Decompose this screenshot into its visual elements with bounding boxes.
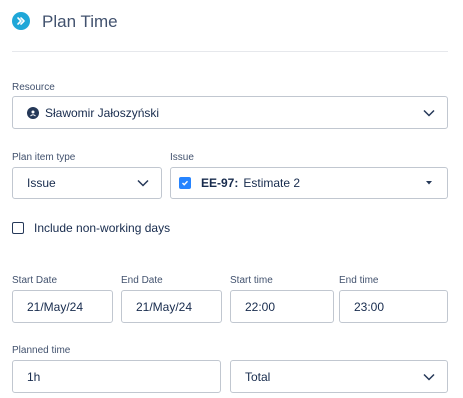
chevron-down-icon [423,109,435,117]
planned-time-label: Planned time [12,345,71,356]
caret-down-icon [426,181,432,185]
end-date-label: End Date [121,275,163,286]
task-checkbox-icon [179,177,191,189]
issue-select[interactable]: EE-97: Estimate 2 [170,167,448,199]
page-title: Plan Time [42,12,118,31]
issue-key: EE-97: [201,176,239,190]
start-time-value: 22:00 [245,299,276,314]
start-time-label: Start time [230,275,273,286]
user-avatar-icon [27,106,39,119]
start-date-value: 21/May/24 [27,299,84,314]
end-date-field[interactable]: 21/May/24 [121,290,222,323]
end-time-value: 23:00 [354,299,385,314]
start-time-field[interactable]: 22:00 [230,290,334,323]
resource-select[interactable]: Sławomir Jałoszyński [12,96,448,129]
plan-item-type-value: Issue [27,176,56,190]
resource-label: Resource [12,82,55,93]
start-date-field[interactable]: 21/May/24 [12,290,113,323]
chevron-down-icon [423,373,435,381]
planned-time-input[interactable]: 1h [12,360,221,393]
end-time-label: End time [339,275,379,286]
end-time-field[interactable]: 23:00 [339,290,448,323]
planned-time-unit-value: Total [245,369,271,384]
resource-value: Sławomir Jałoszyński [45,105,160,120]
header-divider [12,51,448,52]
end-date-value: 21/May/24 [136,299,193,314]
plan-item-type-label: Plan item type [12,152,76,163]
start-date-label: Start Date [12,275,58,286]
planned-time-value: 1h [27,369,41,384]
planned-time-unit-select[interactable]: Total [230,360,448,393]
issue-label: Issue [170,152,194,163]
double-chevron-right-icon[interactable] [12,12,30,30]
issue-summary: Estimate 2 [243,176,301,190]
include-nonworking-label: Include non-working days [34,221,171,235]
include-nonworking-checkbox[interactable] [12,222,24,234]
plan-item-type-select[interactable]: Issue [12,167,162,199]
chevron-down-icon [137,179,149,187]
